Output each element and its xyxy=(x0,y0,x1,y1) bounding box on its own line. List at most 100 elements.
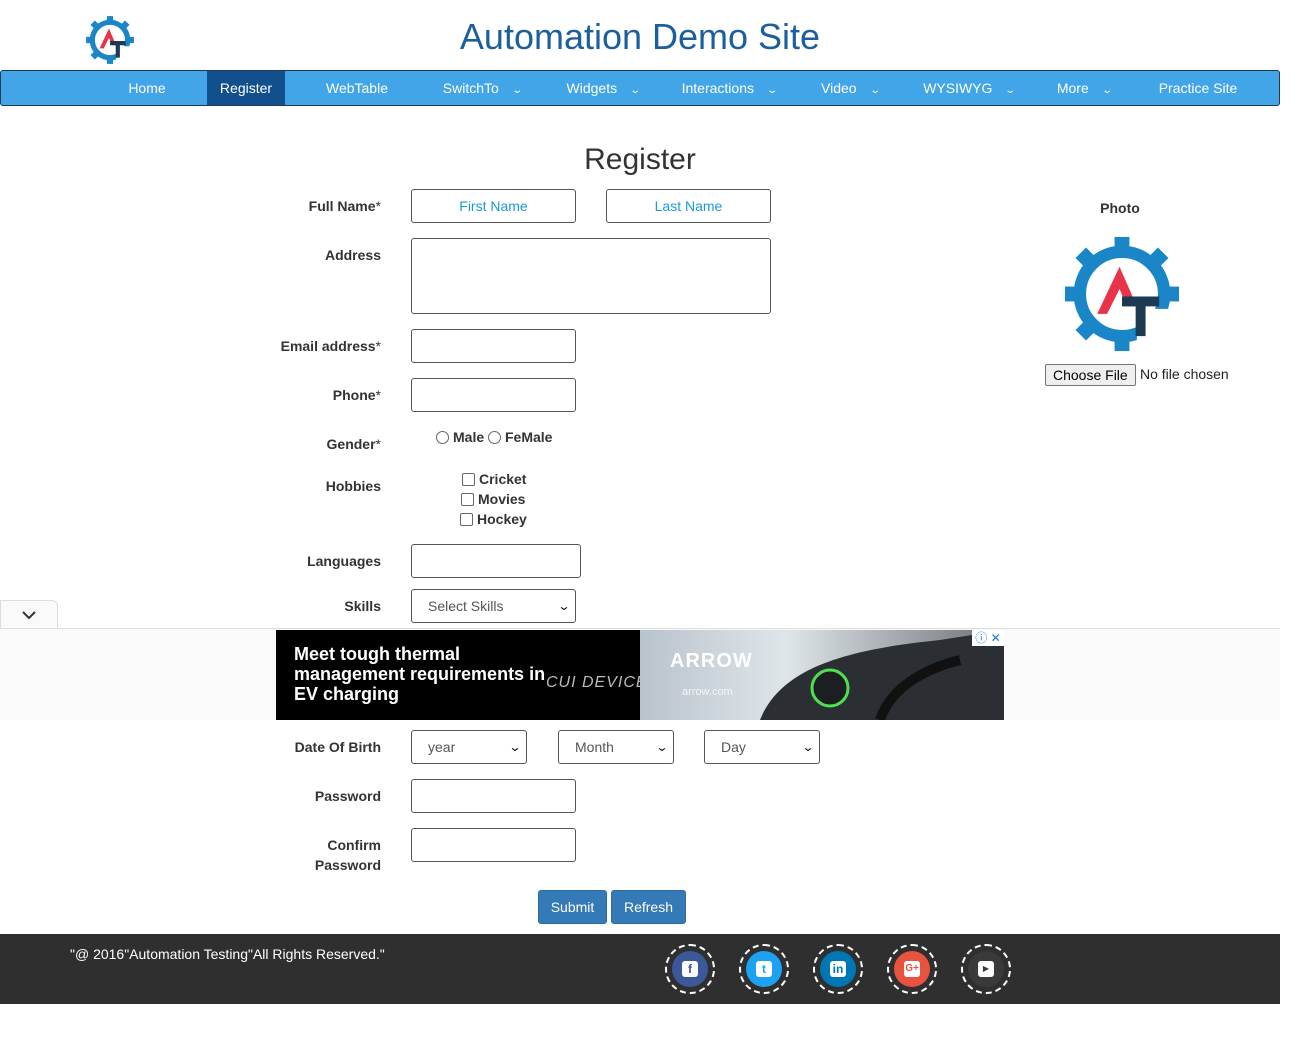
nav-more-label: More xyxy=(1056,80,1089,96)
submit-button[interactable]: Submit xyxy=(538,890,607,924)
photo-preview-logo xyxy=(1064,236,1180,352)
nav-more[interactable]: More ⌄ xyxy=(1047,71,1121,105)
phone-label: Phone* xyxy=(221,385,381,405)
hobby-cricket-checkbox[interactable] xyxy=(462,473,475,486)
dob-month-value: Month xyxy=(575,739,614,755)
ad-collapse-toggle[interactable] xyxy=(0,600,58,628)
address-textarea[interactable] xyxy=(411,238,771,314)
hobby-hockey-checkbox[interactable] xyxy=(460,513,473,526)
hobbies-label: Hobbies xyxy=(325,478,381,494)
email-label-text: Email address xyxy=(280,338,376,354)
dob-month-select[interactable]: Month ⌄ xyxy=(558,730,674,764)
chevron-down-icon: ⌄ xyxy=(868,85,881,96)
page-title: Register xyxy=(584,143,696,176)
gender-male-label: Male xyxy=(453,429,485,445)
chevron-down-icon xyxy=(22,611,36,620)
nav-switchto[interactable]: SwitchTo ⌄ xyxy=(429,71,535,105)
dob-year-select[interactable]: year ⌄ xyxy=(411,730,527,764)
hobby-cricket-label: Cricket xyxy=(479,471,527,487)
required-mark: * xyxy=(375,436,381,452)
chevron-down-icon: ⌄ xyxy=(801,740,815,754)
file-status: No file chosen xyxy=(1140,366,1229,382)
nav-widgets-label: Widgets xyxy=(566,80,618,96)
google-plus-link[interactable]: G+ xyxy=(887,944,937,994)
facebook-icon: f xyxy=(682,961,698,977)
linkedin-link[interactable]: in xyxy=(813,944,863,994)
nav-interactions[interactable]: Interactions ⌄ xyxy=(671,71,787,105)
chevron-down-icon: ⌄ xyxy=(655,740,669,754)
nav-widgets[interactable]: Widgets ⌄ xyxy=(555,71,651,105)
hobby-movies-label: Movies xyxy=(478,491,526,507)
gender-female-radio[interactable] xyxy=(488,431,501,444)
last-name-input[interactable]: Last Name xyxy=(606,189,771,223)
full-name-label-text: Full Name xyxy=(308,198,376,214)
full-name-label: Full Name* xyxy=(221,196,381,216)
nav-wysiwyg[interactable]: WYSIWYG ⌄ xyxy=(913,71,1025,105)
nav-register[interactable]: Register xyxy=(207,71,285,105)
nav-wysiwyg-label: WYSIWYG xyxy=(923,80,993,96)
chevron-down-icon: ⌄ xyxy=(557,599,571,613)
refresh-button[interactable]: Refresh xyxy=(611,890,686,924)
nav-practice-site[interactable]: Practice Site xyxy=(1141,71,1255,105)
email-input[interactable] xyxy=(411,329,576,363)
ad-image xyxy=(640,630,1004,720)
nav-webtable[interactable]: WebTable xyxy=(307,71,407,105)
nav-practice-site-label: Practice Site xyxy=(1158,80,1238,96)
skills-select[interactable]: Select Skills ⌄ xyxy=(411,589,576,623)
linkedin-icon: in xyxy=(830,961,846,977)
ev-charger-icon xyxy=(760,630,1004,720)
required-mark: * xyxy=(375,387,381,403)
gender-male-radio[interactable] xyxy=(436,431,449,444)
ad-banner[interactable]: Meet tough thermal management requiremen… xyxy=(276,630,1004,720)
ad-url: arrow.com xyxy=(682,686,733,698)
twitter-link[interactable]: t xyxy=(739,944,789,994)
required-mark: * xyxy=(375,338,381,354)
nav-interactions-label: Interactions xyxy=(681,80,754,96)
chevron-down-icon: ⌄ xyxy=(766,85,779,96)
languages-label: Languages xyxy=(307,553,381,569)
phone-input[interactable] xyxy=(411,378,576,412)
google-plus-icon: G+ xyxy=(904,961,920,977)
nav-register-label: Register xyxy=(219,80,273,96)
password-input[interactable] xyxy=(411,779,576,813)
ad-headline: Meet tough thermal management requiremen… xyxy=(294,644,546,704)
nav-video-label: Video xyxy=(821,80,857,96)
gender-label: Gender* xyxy=(221,434,381,454)
confirm-password-label-line2: Password xyxy=(314,857,381,873)
nav-home[interactable]: Home xyxy=(109,71,185,105)
dob-year-value: year xyxy=(428,739,456,755)
gender-female-label: FeMale xyxy=(505,429,553,445)
nav-switchto-label: SwitchTo xyxy=(442,80,499,96)
main-nav: Home Register WebTable SwitchTo ⌄ Widgets… xyxy=(0,70,1280,106)
confirm-password-label-line1: Confirm xyxy=(327,837,381,853)
footer: "@ 2016"Automation Testing"All Rights Re… xyxy=(0,934,1280,1004)
first-name-input[interactable]: First Name xyxy=(411,189,576,223)
nav-webtable-label: WebTable xyxy=(325,80,388,96)
facebook-link[interactable]: f xyxy=(665,944,715,994)
photo-label: Photo xyxy=(1100,200,1140,216)
email-label: Email address* xyxy=(221,336,381,356)
nav-home-label: Home xyxy=(128,80,166,96)
chevron-down-icon: ⌄ xyxy=(508,740,522,754)
chevron-down-icon: ⌄ xyxy=(629,85,642,96)
hobby-movies-checkbox[interactable] xyxy=(461,493,474,506)
site-title: Automation Demo Site xyxy=(459,16,821,57)
dob-day-value: Day xyxy=(721,739,746,755)
address-label: Address xyxy=(324,247,381,263)
dob-day-select[interactable]: Day ⌄ xyxy=(704,730,820,764)
youtube-link[interactable]: ▶ xyxy=(961,944,1011,994)
ad-close-icon[interactable]: ⓘ ✕ xyxy=(972,630,1004,646)
chevron-down-icon: ⌄ xyxy=(511,85,523,96)
nav-video[interactable]: Video ⌄ xyxy=(809,71,891,105)
choose-file-button[interactable]: Choose File xyxy=(1045,364,1136,386)
chevron-down-icon: ⌄ xyxy=(1004,85,1017,96)
youtube-icon: ▶ xyxy=(978,961,994,977)
chevron-down-icon: ⌄ xyxy=(1101,85,1113,96)
hobby-hockey-label: Hockey xyxy=(477,511,527,527)
ad-brand-arrow: ARROW xyxy=(670,650,753,672)
confirm-password-input[interactable] xyxy=(411,828,576,862)
gender-label-text: Gender xyxy=(326,436,376,452)
skills-label: Skills xyxy=(344,598,381,614)
languages-multiselect[interactable] xyxy=(411,544,581,578)
twitter-icon: t xyxy=(756,961,772,977)
